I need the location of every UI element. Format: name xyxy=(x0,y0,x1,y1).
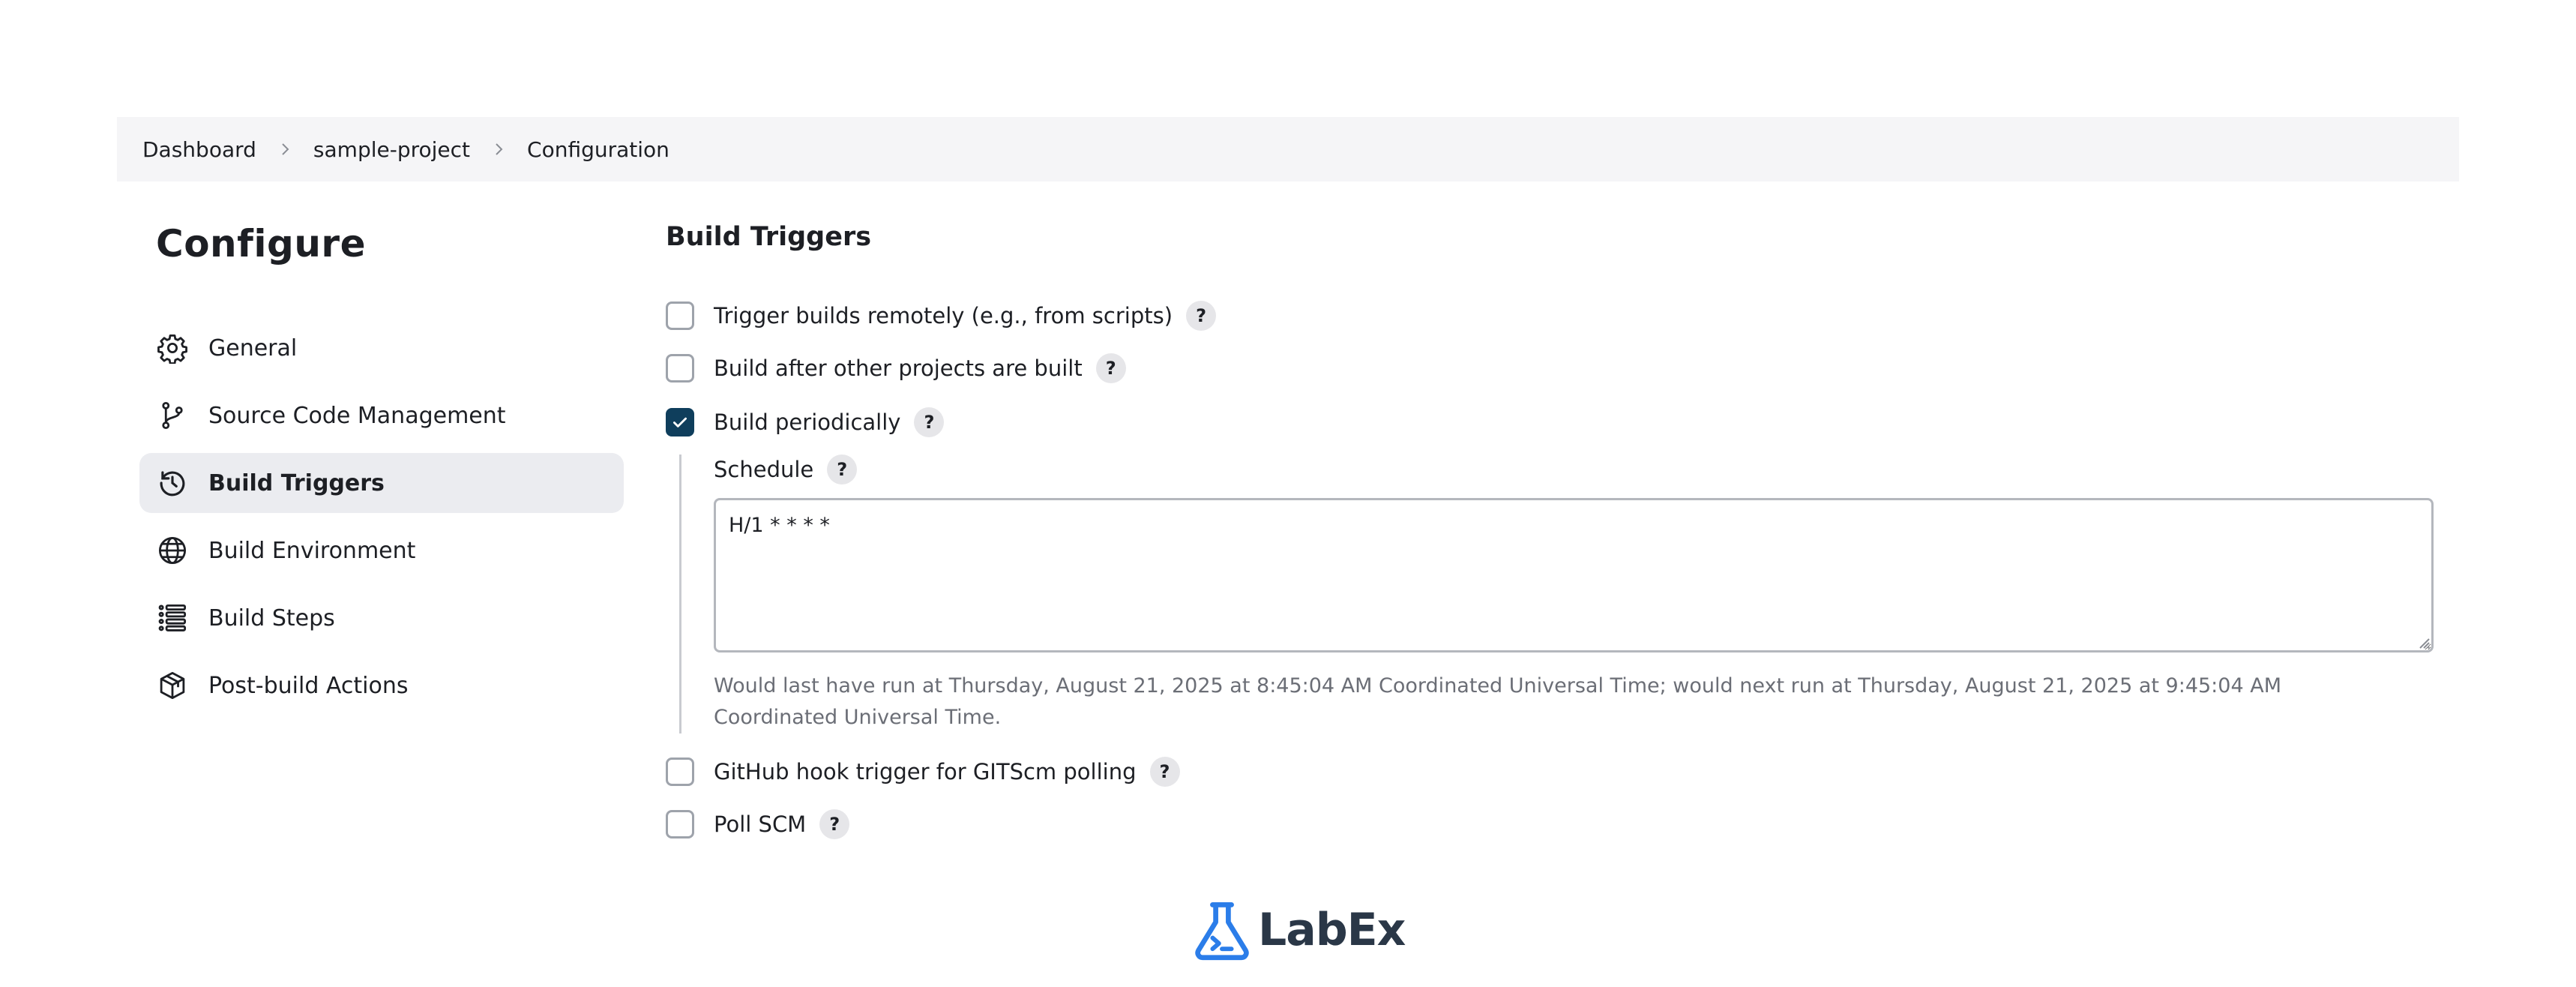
schedule-label: Schedule xyxy=(714,457,814,482)
sidebar-item-source-code-management[interactable]: Source Code Management xyxy=(139,386,624,446)
breadcrumb-dashboard[interactable]: Dashboard xyxy=(142,137,256,162)
github-hook-row: GitHub hook trigger for GITScm polling ? xyxy=(666,754,1180,789)
sidebar-item-build-steps[interactable]: Build Steps xyxy=(139,588,624,648)
sidebar-item-label: Source Code Management xyxy=(208,402,506,429)
help-icon[interactable]: ? xyxy=(1095,353,1126,383)
chevron-right-icon xyxy=(491,142,506,157)
list-icon xyxy=(156,602,189,634)
trigger-remote-row: Trigger builds remotely (e.g., from scri… xyxy=(666,298,1217,333)
breadcrumb-sample-project[interactable]: sample-project xyxy=(313,137,470,162)
github-hook-label[interactable]: GitHub hook trigger for GITScm polling xyxy=(714,759,1137,784)
sidebar-item-post-build-actions[interactable]: Post-build Actions xyxy=(139,656,624,716)
clock-history-icon xyxy=(156,466,189,500)
schedule-label-row: Schedule ? xyxy=(714,452,858,487)
sidebar-item-label: Build Environment xyxy=(208,537,416,564)
globe-icon xyxy=(156,534,189,567)
sidebar-item-build-environment[interactable]: Build Environment xyxy=(139,520,624,580)
breadcrumb: Dashboard sample-project Configuration xyxy=(117,117,2459,182)
sidebar-item-label: General xyxy=(208,334,298,362)
resize-handle-icon[interactable] xyxy=(2416,634,2431,650)
sidebar-item-general[interactable]: General xyxy=(139,318,624,378)
help-icon[interactable]: ? xyxy=(1186,301,1217,331)
schedule-input[interactable]: H/1 * * * * xyxy=(714,498,2434,652)
checkmark-icon xyxy=(673,417,687,428)
build-after-other-checkbox[interactable] xyxy=(666,354,694,382)
schedule-info-text: Would last have run at Thursday, August … xyxy=(714,674,2281,729)
flask-icon xyxy=(1195,902,1249,961)
labex-logo: LabEx xyxy=(1191,898,1406,962)
help-icon[interactable]: ? xyxy=(914,407,945,437)
section-title: Build Triggers xyxy=(666,222,872,252)
sidebar-item-label: Post-build Actions xyxy=(208,672,409,699)
build-periodically-row: Build periodically ? xyxy=(666,405,945,440)
gear-icon xyxy=(156,332,189,364)
build-periodically-checkbox[interactable] xyxy=(666,408,694,436)
poll-scm-checkbox[interactable] xyxy=(666,810,694,838)
nested-section-divider xyxy=(679,454,681,734)
trigger-remote-label[interactable]: Trigger builds remotely (e.g., from scri… xyxy=(714,303,1173,328)
breadcrumb-configuration[interactable]: Configuration xyxy=(527,137,669,162)
build-after-other-row: Build after other projects are built ? xyxy=(666,351,1126,386)
sidebar-item-label: Build Triggers xyxy=(208,470,385,496)
logo-text: LabEx xyxy=(1258,904,1406,956)
poll-scm-label[interactable]: Poll SCM xyxy=(714,812,806,837)
sidebar-item-build-triggers[interactable]: Build Triggers xyxy=(139,453,624,513)
help-icon[interactable]: ? xyxy=(827,454,858,484)
branch-icon xyxy=(156,399,189,432)
page-title: Configure xyxy=(156,222,366,266)
help-icon[interactable]: ? xyxy=(1149,757,1180,787)
help-icon[interactable]: ? xyxy=(819,809,850,839)
poll-scm-row: Poll SCM ? xyxy=(666,807,850,842)
github-hook-checkbox[interactable] xyxy=(666,758,694,786)
sidebar: General Source Code Management Build Tri… xyxy=(139,318,624,723)
sidebar-item-label: Build Steps xyxy=(208,604,335,632)
build-after-other-label[interactable]: Build after other projects are built xyxy=(714,356,1083,381)
build-periodically-label[interactable]: Build periodically xyxy=(714,410,900,435)
chevron-right-icon xyxy=(277,142,292,157)
package-icon xyxy=(156,669,189,702)
trigger-remote-checkbox[interactable] xyxy=(666,302,694,330)
